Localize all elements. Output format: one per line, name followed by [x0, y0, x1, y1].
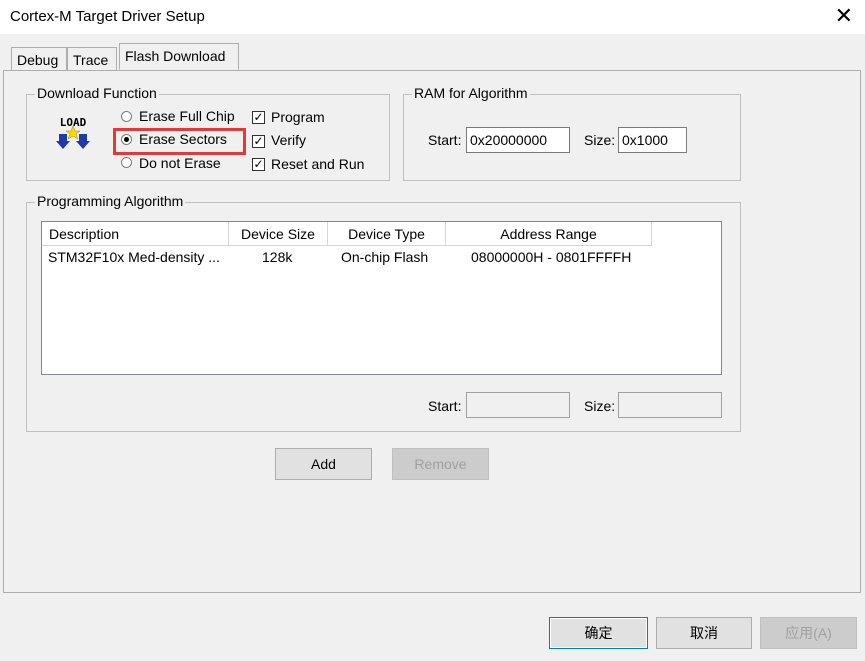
erase-full-chip-label: Erase Full Chip — [139, 108, 235, 124]
ram-start-label: Start: — [428, 132, 462, 148]
tab-flash-download[interactable]: Flash Download — [119, 43, 239, 70]
add-button[interactable]: Add — [275, 448, 372, 480]
algo-size-label: Size: — [584, 398, 616, 414]
tab-trace[interactable]: Trace — [67, 47, 117, 71]
row-size[interactable]: 128k — [262, 249, 292, 265]
ram-size-label: Size: — [584, 132, 616, 148]
row-type[interactable]: On-chip Flash — [341, 249, 428, 265]
programming-algorithm-legend: Programming Algorithm — [35, 193, 186, 209]
program-checkbox[interactable]: ✓ — [252, 111, 265, 124]
title-bar: Cortex-M Target Driver Setup ✕ — [0, 0, 865, 34]
list-header: Description Device Size Device Type Addr… — [42, 222, 721, 246]
close-icon[interactable]: ✕ — [835, 4, 853, 28]
column-header-device-size[interactable]: Device Size — [229, 222, 328, 246]
algorithm-list[interactable]: Description Device Size Device Type Addr… — [41, 221, 722, 375]
ram-for-algorithm-legend: RAM for Algorithm — [412, 85, 530, 101]
apply-button[interactable]: 应用(A) — [760, 617, 857, 649]
algo-start-label: Start: — [428, 398, 462, 414]
row-description[interactable]: STM32F10x Med-density ... — [48, 249, 220, 265]
erase-sectors-highlight — [113, 128, 246, 155]
window-title: Cortex-M Target Driver Setup — [10, 8, 205, 25]
reset-and-run-label: Reset and Run — [271, 156, 365, 172]
verify-label: Verify — [271, 132, 307, 148]
column-header-address-range[interactable]: Address Range — [446, 222, 652, 246]
tab-debug[interactable]: Debug — [11, 47, 67, 71]
remove-button[interactable]: Remove — [392, 448, 489, 480]
do-not-erase-radio[interactable] — [121, 157, 132, 168]
load-icon: LOAD — [54, 114, 92, 152]
cancel-button[interactable]: 取消 — [656, 617, 752, 649]
ram-start-input[interactable]: 0x20000000 — [466, 127, 570, 153]
verify-checkbox[interactable]: ✓ — [252, 135, 265, 148]
erase-full-chip-radio[interactable] — [121, 111, 132, 122]
ok-button[interactable]: 确定 — [549, 617, 648, 649]
algo-size-input[interactable] — [618, 392, 722, 418]
algo-start-input[interactable] — [466, 392, 570, 418]
reset-and-run-checkbox[interactable]: ✓ — [252, 158, 265, 171]
download-function-legend: Download Function — [35, 85, 159, 101]
do-not-erase-label: Do not Erase — [139, 155, 221, 171]
ram-size-input[interactable]: 0x1000 — [618, 127, 687, 153]
column-header-description[interactable]: Description — [42, 222, 229, 246]
column-header-device-type[interactable]: Device Type — [328, 222, 446, 246]
row-range[interactable]: 08000000H - 0801FFFFH — [471, 249, 631, 265]
program-label: Program — [271, 109, 325, 125]
